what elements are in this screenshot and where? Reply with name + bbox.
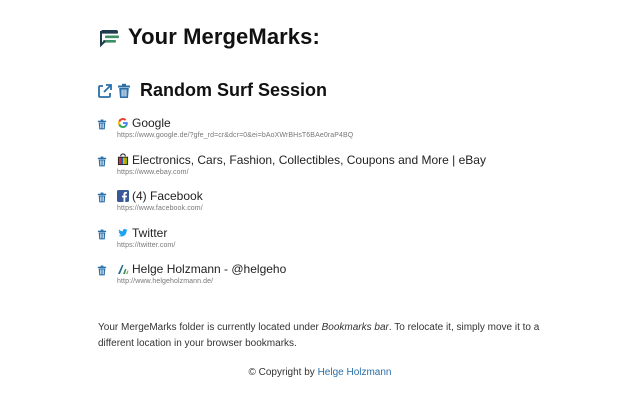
delete-bookmark-trash-icon[interactable] — [97, 192, 107, 203]
bookmark-title-link[interactable]: Google — [132, 116, 171, 130]
bookmark-list: Google https://www.google.de/?gfe_rd=cr&… — [97, 116, 577, 299]
copyright: © Copyright by Helge Holzmann — [0, 367, 640, 378]
author-link[interactable]: Helge Holzmann — [318, 367, 392, 378]
bookmark-item: Google https://www.google.de/?gfe_rd=cr&… — [97, 116, 577, 153]
google-favicon-icon — [117, 117, 129, 129]
facebook-favicon-icon — [117, 190, 129, 202]
twitter-favicon-icon — [117, 227, 129, 239]
delete-session-trash-icon[interactable] — [117, 83, 131, 99]
bookmark-title-link[interactable]: Electronics, Cars, Fashion, Collectibles… — [132, 153, 486, 167]
bookmark-item: Twitter https://twitter.com/ — [97, 226, 577, 263]
session-header: Random Surf Session — [97, 80, 327, 101]
external-link-icon[interactable] — [97, 83, 113, 99]
folder-location-note: Your MergeMarks folder is currently loca… — [98, 320, 558, 352]
ebay-favicon-icon — [117, 153, 129, 166]
mergemarks-page: Your MergeMarks: Random Surf Session Goo… — [0, 0, 640, 400]
bookmark-url: https://www.google.de/?gfe_rd=cr&dcr=0&e… — [117, 132, 354, 139]
delete-bookmark-trash-icon[interactable] — [97, 229, 107, 240]
bookmark-url: https://twitter.com/ — [117, 241, 176, 249]
delete-bookmark-trash-icon[interactable] — [97, 265, 107, 276]
bookmark-url: https://www.facebook.com/ — [117, 205, 203, 212]
bookmark-title-link[interactable]: Twitter — [132, 226, 167, 240]
copyright-prefix: © Copyright by — [248, 367, 318, 378]
bookmark-url: https://www.ebay.com/ — [117, 168, 189, 176]
bookmark-item: (4) Facebook https://www.facebook.com/ — [97, 189, 577, 226]
bookmark-item: Helge Holzmann - @helgeho http://www.hel… — [97, 262, 577, 299]
folder-note-prefix: Your MergeMarks folder is currently loca… — [98, 322, 322, 333]
bookmark-item: Electronics, Cars, Fashion, Collectibles… — [97, 153, 577, 190]
folder-name: Bookmarks bar — [321, 322, 389, 333]
bookmark-title-link[interactable]: (4) Facebook — [132, 189, 203, 203]
app-header: Your MergeMarks: — [98, 24, 320, 50]
mergemarks-logo-icon — [98, 25, 122, 49]
delete-bookmark-trash-icon[interactable] — [97, 119, 107, 130]
bookmark-url: http://www.helgeholzmann.de/ — [117, 278, 214, 285]
helgeholzmann-favicon-icon — [117, 263, 129, 275]
page-title: Your MergeMarks: — [128, 24, 320, 49]
bookmark-title-link[interactable]: Helge Holzmann - @helgeho — [132, 262, 286, 276]
delete-bookmark-trash-icon[interactable] — [97, 156, 107, 167]
session-title: Random Surf Session — [140, 80, 328, 100]
